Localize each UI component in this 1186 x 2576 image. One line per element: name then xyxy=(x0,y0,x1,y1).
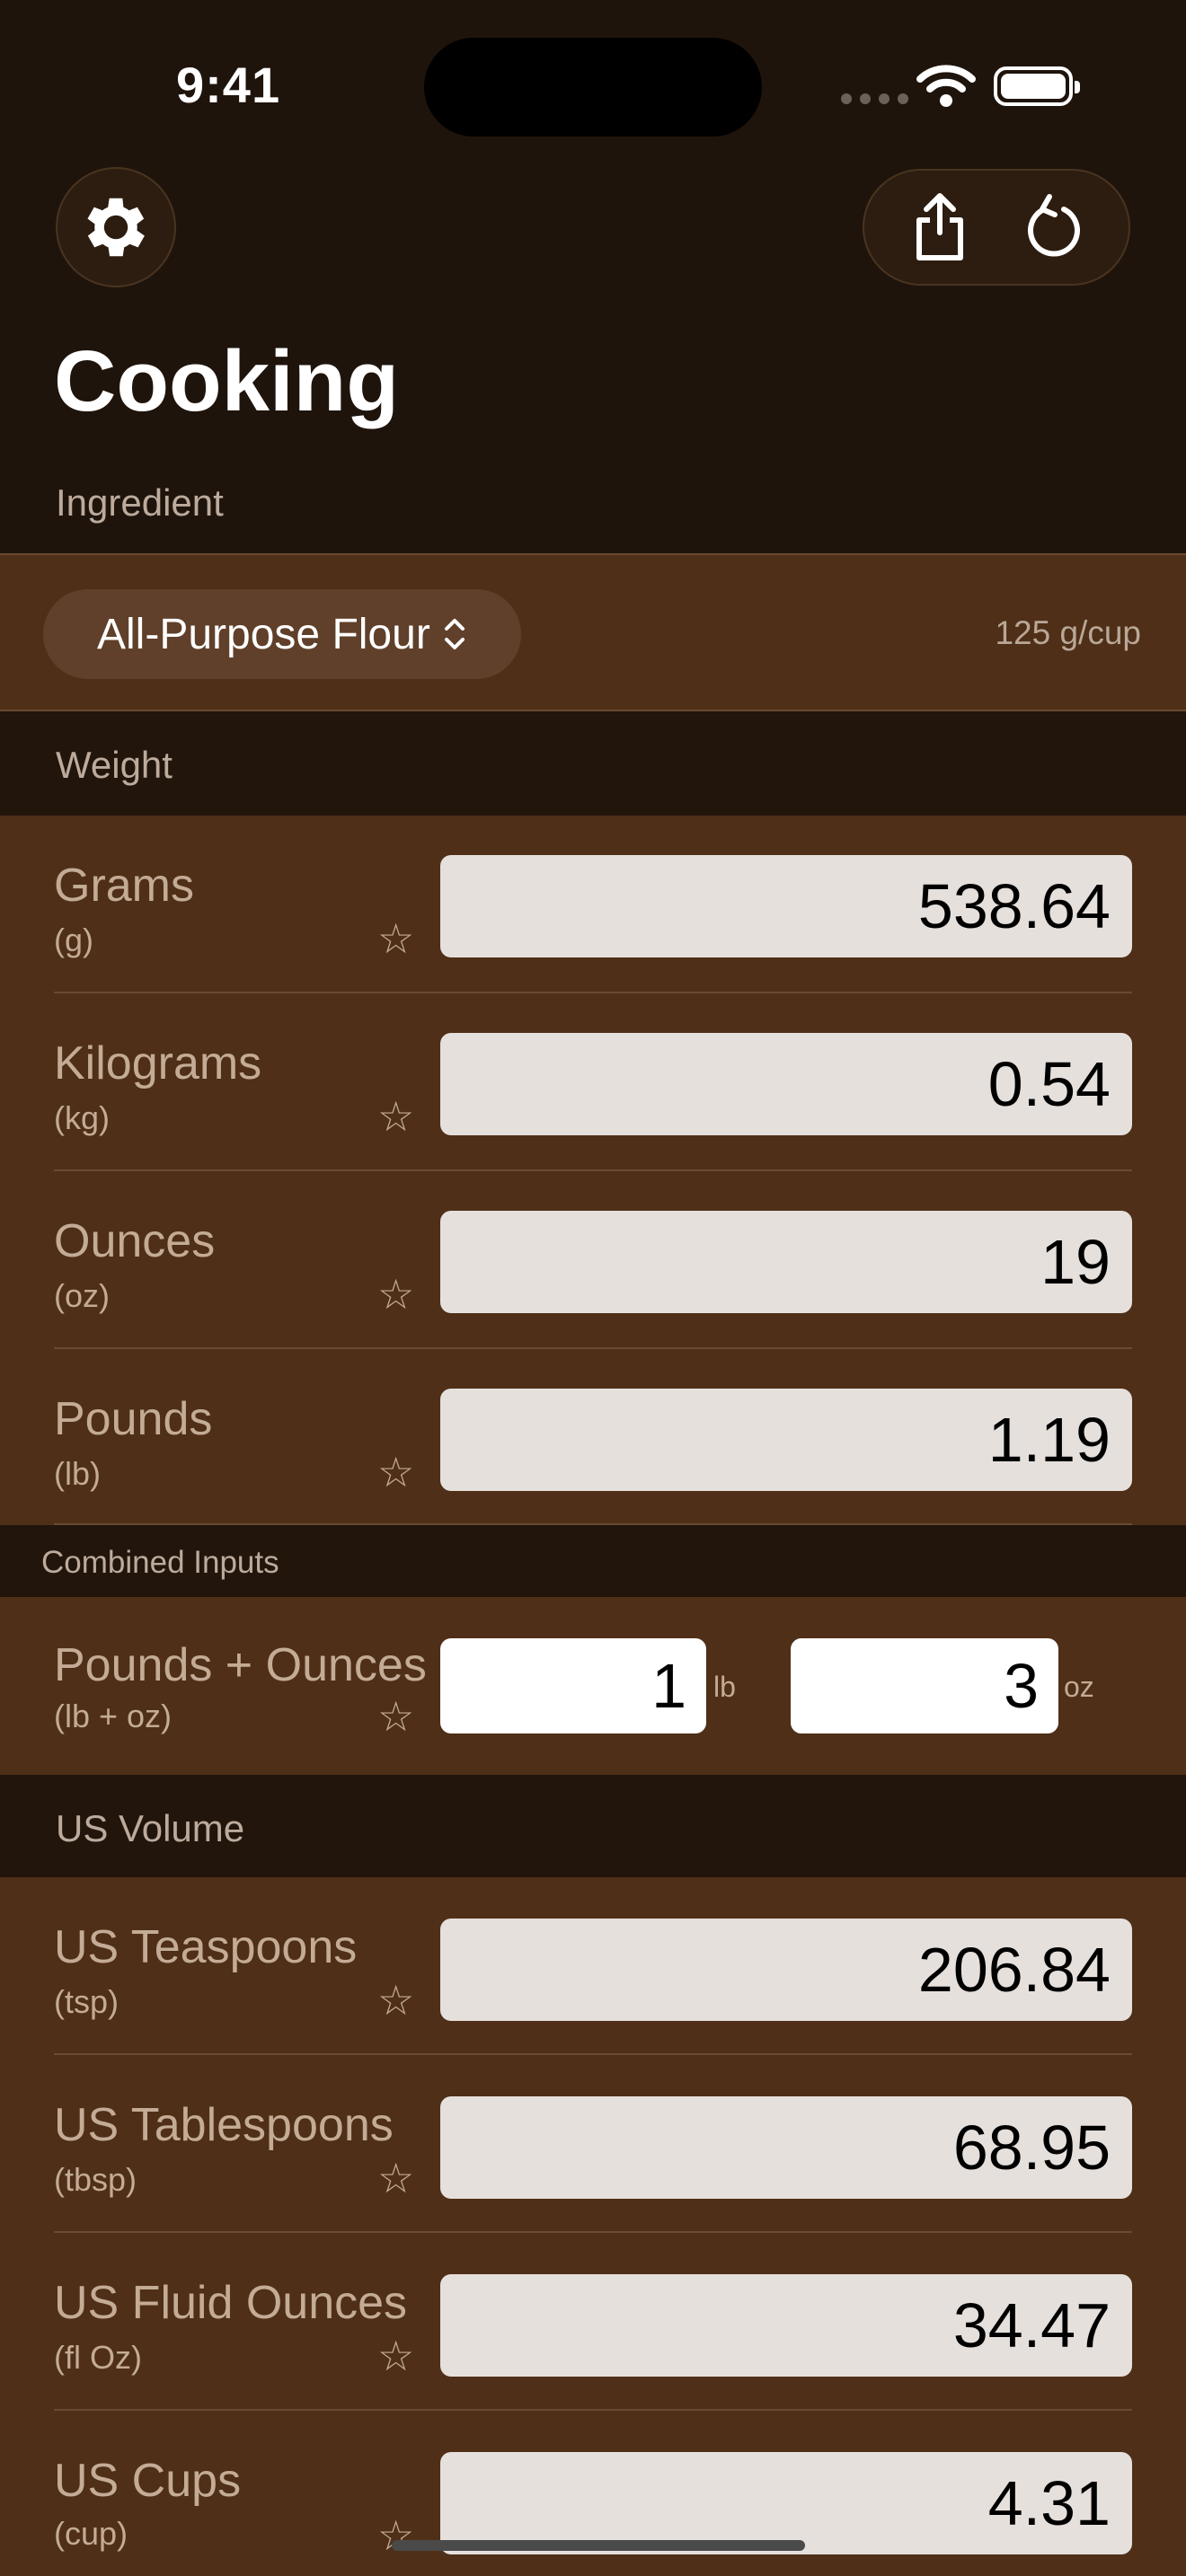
unit-symbol-teaspoons: (tsp) xyxy=(54,1983,119,2020)
teaspoons-input[interactable]: 206.84 xyxy=(440,1919,1132,2021)
star-outline-icon[interactable]: ☆ xyxy=(377,2154,414,2202)
star-outline-icon[interactable]: ☆ xyxy=(377,2511,414,2560)
star-outline-icon[interactable]: ☆ xyxy=(377,1270,414,1319)
star-outline-icon[interactable]: ☆ xyxy=(377,2332,414,2380)
combined-section-label: Combined Inputs xyxy=(41,1545,279,1580)
pounds-part-input[interactable]: 1 xyxy=(440,1638,706,1734)
unit-name-ounces: Ounces xyxy=(54,1215,216,1267)
row-divider xyxy=(54,1347,1132,1349)
weight-section-label: Weight xyxy=(56,744,173,786)
row-divider xyxy=(54,992,1132,993)
unit-name-pounds: Pounds xyxy=(54,1393,213,1445)
weight-section-header xyxy=(0,711,1186,816)
unit-name-kilograms: Kilograms xyxy=(54,1037,262,1090)
us-volume-section-label: US Volume xyxy=(56,1807,245,1849)
share-button[interactable] xyxy=(890,178,989,277)
star-outline-icon[interactable]: ☆ xyxy=(377,1976,414,2025)
unit-symbol-fluid-ounces: (fl Oz) xyxy=(54,2339,142,2376)
cellular-signal-icon xyxy=(841,93,908,104)
page-title: Cooking xyxy=(54,333,399,429)
dynamic-island xyxy=(424,38,762,137)
ingredient-picker[interactable]: All-Purpose Flour xyxy=(43,589,521,679)
ounces-part-input[interactable]: 3 xyxy=(791,1638,1058,1734)
settings-button[interactable] xyxy=(56,167,176,287)
star-outline-icon[interactable]: ☆ xyxy=(377,1448,414,1496)
kilograms-input[interactable]: 0.54 xyxy=(440,1033,1132,1135)
reset-icon xyxy=(1027,194,1080,257)
chevron-up-down-icon xyxy=(443,616,466,652)
unit-name-tablespoons: US Tablespoons xyxy=(54,2099,394,2151)
ingredient-density: 125 g/cup xyxy=(995,614,1141,651)
gear-icon xyxy=(87,198,145,257)
unit-name-teaspoons: US Teaspoons xyxy=(54,1921,358,1973)
home-indicator[interactable] xyxy=(392,2540,805,2551)
unit-symbol-grams: (g) xyxy=(54,922,93,958)
wifi-icon xyxy=(916,65,976,107)
unit-symbol-kilograms: (kg) xyxy=(54,1099,110,1136)
row-divider xyxy=(54,1169,1132,1171)
ingredient-section-label: Ingredient xyxy=(56,481,224,524)
action-button-group xyxy=(863,169,1130,286)
unit-name-cups: US Cups xyxy=(54,2455,242,2507)
unit-symbol-pounds: (lb) xyxy=(54,1455,101,1492)
ingredient-picker-label: All-Purpose Flour xyxy=(97,610,430,658)
grams-input[interactable]: 538.64 xyxy=(440,855,1132,957)
star-outline-icon[interactable]: ☆ xyxy=(377,1092,414,1141)
share-icon xyxy=(916,193,963,260)
row-divider xyxy=(54,2231,1132,2233)
unit-symbol-pounds-ounces: (lb + oz) xyxy=(54,1698,173,1734)
cups-input[interactable]: 4.31 xyxy=(440,2452,1132,2554)
unit-symbol-ounces: (oz) xyxy=(54,1277,110,1314)
unit-name-pounds-ounces: Pounds + Ounces xyxy=(54,1639,427,1691)
unit-name-fluid-ounces: US Fluid Ounces xyxy=(54,2277,408,2329)
ounces-input[interactable]: 19 xyxy=(440,1211,1132,1313)
star-outline-icon[interactable]: ☆ xyxy=(377,1692,414,1741)
unit-symbol-cups: (cup) xyxy=(54,2515,128,2552)
unit-name-grams: Grams xyxy=(54,860,194,912)
status-time: 9:41 xyxy=(176,57,281,113)
ounces-suffix: oz xyxy=(1064,1671,1094,1703)
tablespoons-input[interactable]: 68.95 xyxy=(440,2096,1132,2199)
star-outline-icon[interactable]: ☆ xyxy=(377,914,414,963)
reset-button[interactable] xyxy=(1005,178,1103,277)
battery-icon xyxy=(994,66,1080,106)
row-divider xyxy=(54,2053,1132,2055)
pounds-input[interactable]: 1.19 xyxy=(440,1389,1132,1491)
unit-symbol-tablespoons: (tbsp) xyxy=(54,2161,137,2198)
row-divider xyxy=(54,2409,1132,2411)
pounds-suffix: lb xyxy=(713,1671,736,1703)
fluid-ounces-input[interactable]: 34.47 xyxy=(440,2274,1132,2377)
